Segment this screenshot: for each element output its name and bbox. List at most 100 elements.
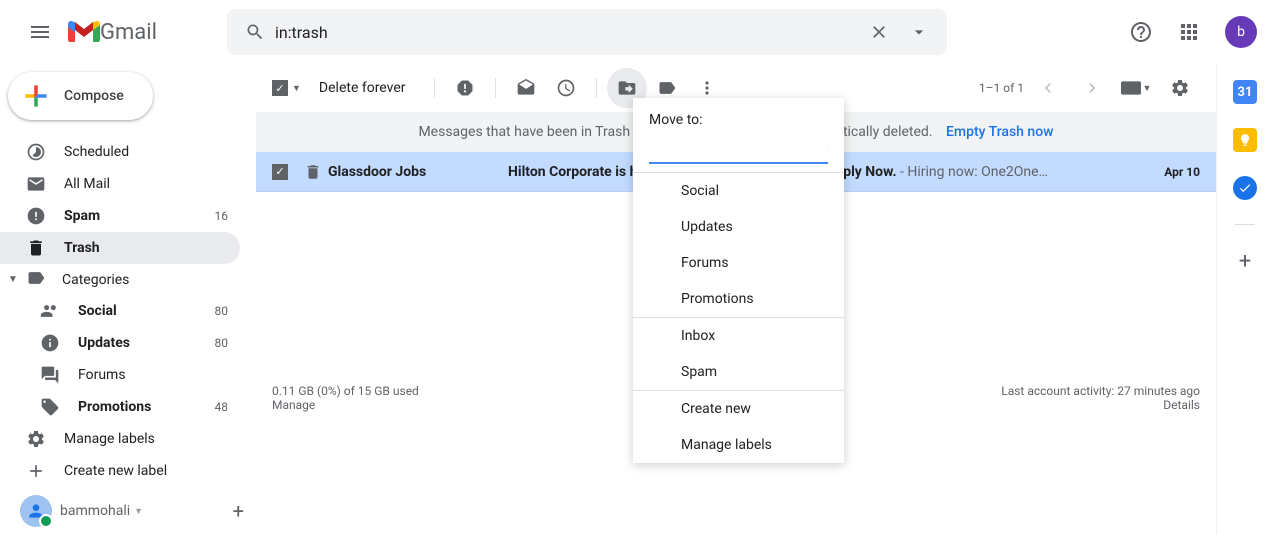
older-button[interactable]: [1072, 68, 1112, 108]
popup-option-create-new[interactable]: Create new: [633, 391, 844, 427]
sidebar-item-scheduled[interactable]: Scheduled: [0, 136, 240, 168]
spam-icon: [455, 78, 475, 98]
settings-button[interactable]: [1160, 68, 1200, 108]
sidebar-item-all-mail[interactable]: All Mail: [0, 168, 240, 200]
sidebar-item-trash[interactable]: Trash: [0, 232, 240, 264]
chevron-down-icon[interactable]: ▼: [134, 506, 143, 517]
separator: [495, 78, 496, 98]
manage-storage-link[interactable]: Manage: [272, 398, 315, 412]
popup-search-input[interactable]: [649, 141, 827, 157]
clock-icon: [556, 78, 576, 98]
chevron-left-icon: [1038, 78, 1058, 98]
sidebar-item-social[interactable]: Social 80: [0, 295, 240, 327]
sidebar: Compose Scheduled All Mail Spam 16 Trash…: [0, 64, 256, 535]
popup-search: [649, 136, 828, 164]
search-input[interactable]: [275, 23, 859, 42]
header: Gmail b: [0, 0, 1273, 64]
move-folder-icon: [617, 78, 637, 98]
separator: [434, 78, 435, 98]
separator: [596, 78, 597, 98]
new-chat-button[interactable]: +: [233, 499, 244, 523]
chevron-down-icon: ▼: [8, 274, 20, 285]
clear-search-button[interactable]: [859, 12, 899, 52]
email-sender: Glassdoor Jobs: [328, 164, 508, 180]
tasks-icon: [1238, 181, 1252, 195]
select-all-checkbox[interactable]: ✓ ▼: [272, 80, 301, 96]
storage-text: 0.11 GB (0%) of 15 GB used: [272, 384, 419, 398]
details-link[interactable]: Details: [1163, 398, 1200, 412]
delete-forever-button[interactable]: Delete forever: [319, 80, 406, 96]
plus-icon: [26, 461, 46, 481]
chevron-right-icon: [1082, 78, 1102, 98]
popup-title: Move to:: [633, 98, 844, 136]
popup-option-forums[interactable]: Forums: [633, 245, 844, 281]
calendar-addon[interactable]: 31: [1233, 80, 1257, 104]
activity-text: Last account activity: 27 minutes ago: [1001, 384, 1200, 398]
search-icon: [827, 140, 828, 158]
separator: [1235, 224, 1255, 225]
main-menu-button[interactable]: [16, 8, 64, 56]
gear-icon: [1170, 78, 1190, 98]
compose-button[interactable]: Compose: [8, 72, 153, 120]
gmail-text: Gmail: [100, 20, 157, 45]
keep-icon: [1238, 133, 1252, 147]
sidebar-item-promotions[interactable]: Promotions 48: [0, 391, 240, 423]
hangouts-name[interactable]: bammohali: [60, 503, 130, 519]
popup-option-updates[interactable]: Updates: [633, 209, 844, 245]
popup-option-inbox[interactable]: Inbox: [633, 318, 844, 354]
search-icon: [245, 22, 265, 42]
gmail-m-icon: [68, 20, 100, 44]
hangouts-avatar[interactable]: [20, 495, 52, 527]
trash-icon: [26, 238, 46, 258]
gear-icon: [26, 429, 46, 449]
sidebar-item-categories[interactable]: ▼ Categories: [0, 264, 256, 296]
compose-label: Compose: [64, 88, 124, 104]
header-right: b: [1121, 12, 1257, 52]
keyboard-icon: [1121, 81, 1141, 95]
sidebar-item-updates[interactable]: Updates 80: [0, 327, 240, 359]
account-avatar[interactable]: b: [1225, 16, 1257, 48]
caret-down-icon: ▼: [292, 83, 301, 94]
move-to-popup: Move to: Social Updates Forums Promotion…: [633, 98, 844, 463]
tasks-addon[interactable]: [1233, 176, 1257, 200]
popup-option-spam[interactable]: Spam: [633, 354, 844, 390]
search-options-button[interactable]: [899, 12, 939, 52]
spam-icon: [26, 206, 46, 226]
report-spam-button[interactable]: [445, 68, 485, 108]
all-mail-icon: [26, 174, 46, 194]
close-icon: [869, 22, 889, 42]
apps-grid-icon: [1177, 20, 1201, 44]
input-tools-button[interactable]: ▼: [1116, 68, 1156, 108]
snooze-button[interactable]: [546, 68, 586, 108]
person-icon: [26, 501, 46, 521]
newer-button[interactable]: [1028, 68, 1068, 108]
search-button[interactable]: [235, 22, 275, 42]
sidebar-item-forums[interactable]: Forums: [0, 359, 240, 391]
keep-addon[interactable]: [1233, 128, 1257, 152]
label-icon: [657, 78, 677, 98]
label-icon: [26, 268, 46, 288]
row-checkbox[interactable]: ✓: [272, 164, 288, 180]
popup-option-social[interactable]: Social: [633, 173, 844, 209]
trash-icon: [304, 163, 322, 181]
apps-button[interactable]: [1169, 12, 1209, 52]
forums-icon: [40, 365, 60, 385]
compose-plus-icon: [20, 80, 52, 112]
sidebar-item-spam[interactable]: Spam 16: [0, 200, 240, 232]
sidebar-item-manage-labels[interactable]: Manage labels: [0, 423, 240, 455]
caret-down-icon: [909, 22, 929, 42]
hangouts-bar: bammohali ▼ +: [0, 487, 256, 535]
popup-option-promotions[interactable]: Promotions: [633, 281, 844, 317]
empty-trash-link[interactable]: Empty Trash now: [946, 124, 1054, 140]
updates-icon: [40, 333, 60, 353]
sidebar-item-create-label[interactable]: Create new label: [0, 455, 240, 487]
social-icon: [40, 301, 60, 321]
get-addons-button[interactable]: +: [1239, 249, 1251, 274]
mark-unread-button[interactable]: [506, 68, 546, 108]
support-button[interactable]: [1121, 12, 1161, 52]
checkbox-checked-icon: ✓: [272, 80, 288, 96]
scheduled-icon: [26, 142, 46, 162]
side-panel: 31 +: [1217, 64, 1273, 535]
gmail-logo[interactable]: Gmail: [68, 20, 157, 45]
popup-option-manage-labels[interactable]: Manage labels: [633, 427, 844, 463]
